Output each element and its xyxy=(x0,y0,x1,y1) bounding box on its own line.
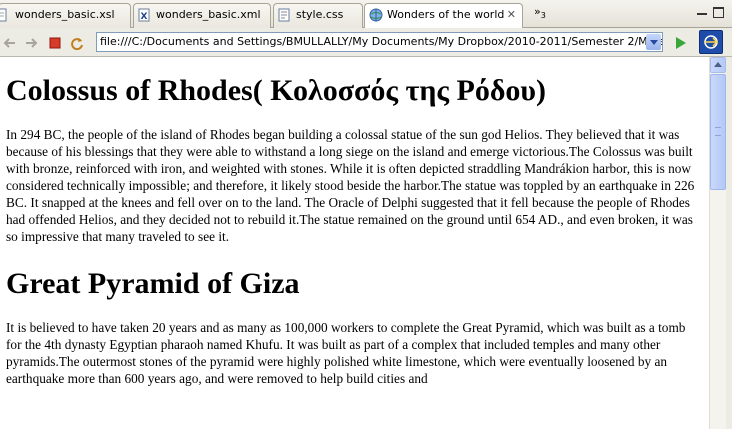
article-title: Great Pyramid of Giza xyxy=(6,267,300,300)
minimize-icon[interactable] xyxy=(697,7,708,18)
tab-label: wonders_basic.xml xyxy=(156,8,261,21)
article-colossus: Colossus of Rhodes( Κολοσσός της Ρόδου) … xyxy=(0,73,709,245)
overflow-count: 3 xyxy=(540,11,546,21)
tab-overflow-button[interactable]: »3 xyxy=(534,5,546,20)
tab-label: style.css xyxy=(296,8,344,21)
svg-text:X: X xyxy=(141,12,148,22)
refresh-icon[interactable] xyxy=(70,35,84,51)
tab-wonders-basic-xml[interactable]: X wonders_basic.xml xyxy=(133,3,271,28)
article-title: Colossus of Rhodes( Κολοσσός της Ρόδου) xyxy=(6,74,546,107)
back-arrow-icon[interactable] xyxy=(3,35,17,49)
article-body: It is believed to have taken 20 years an… xyxy=(6,320,686,386)
stop-icon[interactable] xyxy=(48,35,62,49)
web-browser-icon xyxy=(369,8,383,22)
editor-tab-bar: wonders_basic.xsl X wonders_basic.xml st… xyxy=(0,0,732,29)
css-file-icon xyxy=(278,8,291,22)
xsl-file-icon xyxy=(0,8,8,22)
article-body: In 294 BC, the people of the island of R… xyxy=(6,127,695,244)
tab-style-css[interactable]: style.css xyxy=(273,3,363,28)
tab-wonders-basic-xsl[interactable]: wonders_basic.xsl xyxy=(0,3,131,28)
tab-wonders-of-the-world[interactable]: Wonders of the world ✕ xyxy=(364,3,523,29)
go-play-icon[interactable] xyxy=(673,35,687,49)
open-external-browser-button[interactable] xyxy=(699,30,723,54)
address-dropdown-chevron-down-icon[interactable] xyxy=(646,34,661,50)
external-browser-icon xyxy=(704,35,719,49)
tab-label: Wonders of the world xyxy=(387,8,505,21)
browser-content: Colossus of Rhodes( Κολοσσός της Ρόδου) … xyxy=(0,57,709,429)
forward-arrow-icon[interactable] xyxy=(24,35,38,49)
vertical-scrollbar[interactable] xyxy=(709,57,726,429)
maximize-icon[interactable] xyxy=(713,7,724,18)
close-tab-icon[interactable]: ✕ xyxy=(507,4,516,26)
tab-label: wonders_basic.xsl xyxy=(15,8,115,21)
scrollbar-thumb[interactable] xyxy=(710,74,726,190)
window-edge xyxy=(726,57,732,429)
address-field[interactable]: file:///C:/Documents and Settings/BMULLA… xyxy=(96,32,663,52)
scroll-up-arrow-icon[interactable] xyxy=(710,57,726,73)
xml-file-icon: X xyxy=(138,8,151,22)
article-great-pyramid: Great Pyramid of Giza It is believed to … xyxy=(0,266,709,387)
browser-toolbar: file:///C:/Documents and Settings/BMULLA… xyxy=(0,28,732,57)
chevron-double-right-icon: » xyxy=(534,5,541,18)
